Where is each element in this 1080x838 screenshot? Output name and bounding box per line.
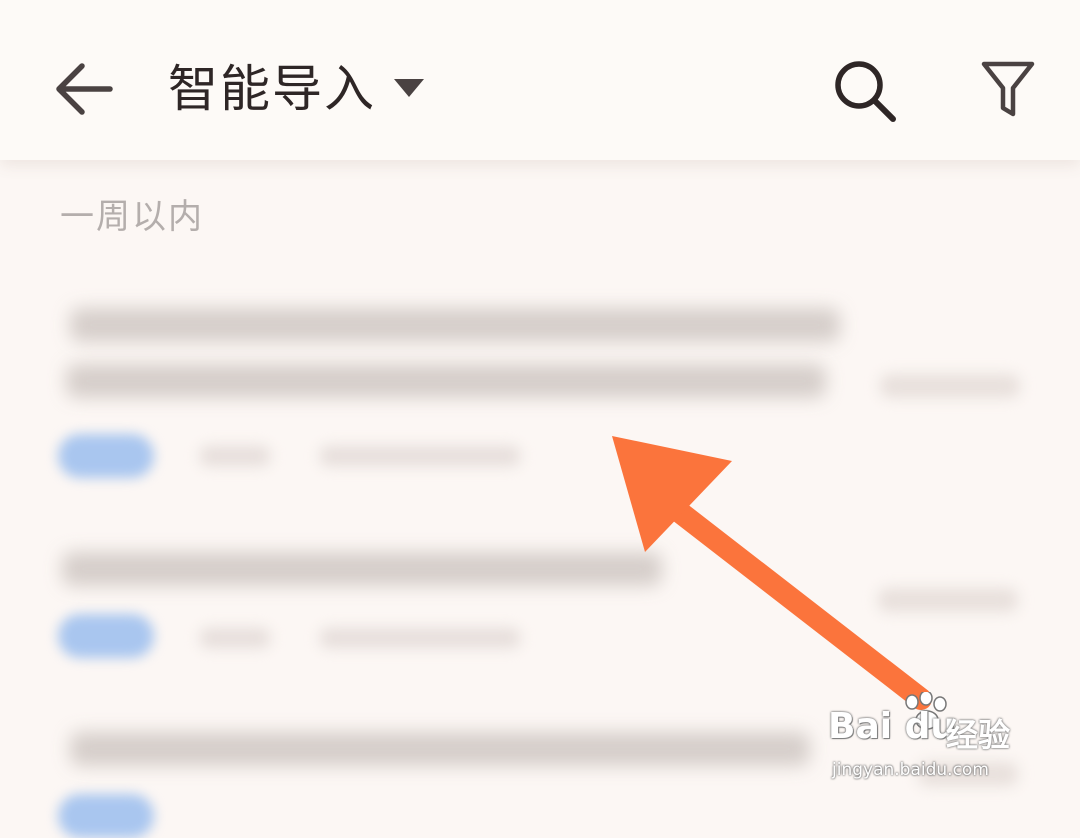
item-meta [200,446,270,466]
item-title-line-1 [70,308,840,342]
item-tag [58,434,154,478]
item-title-line-1 [62,552,662,586]
item-date [880,374,1020,398]
watermark-cn: 经验 [946,716,1011,754]
arrow-left-icon[interactable] [52,60,114,118]
item-tag [58,614,154,658]
item-date [878,588,1018,612]
item-meta [200,628,270,648]
baidu-jingyan-watermark: Bai du 经验 jingyan.baidu.com [828,692,1028,802]
item-meta [320,446,520,466]
funnel-filter-icon[interactable] [980,60,1036,120]
search-icon[interactable] [832,58,898,124]
item-tag [58,794,154,838]
item-title-line-2 [66,364,826,398]
page-title[interactable]: 智能导入 [168,60,376,118]
section-header-week: 一周以内 [60,197,204,237]
caret-down-icon[interactable] [392,76,426,100]
list-item[interactable] [0,518,1080,718]
watermark-url: jingyan.baidu.com [832,760,989,780]
item-meta [320,628,520,648]
watermark-brand: Bai du [828,706,957,747]
item-title-line-1 [70,732,810,766]
top-app-bar: 智能导入 [0,0,1080,160]
list-item[interactable] [0,268,1080,498]
